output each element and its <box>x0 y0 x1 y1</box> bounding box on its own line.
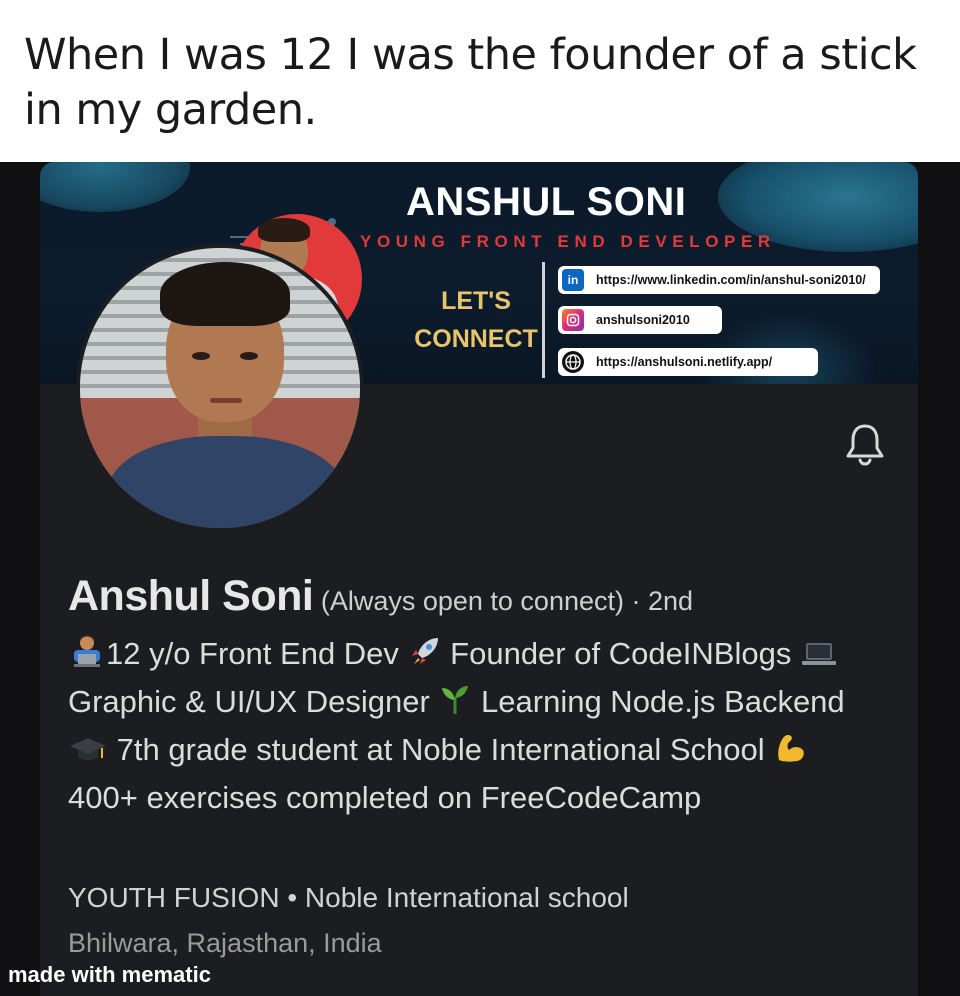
website-link: https://anshulsoni.netlify.app/ <box>558 348 818 376</box>
flexed-biceps-icon <box>773 730 807 776</box>
instagram-link: anshulsoni2010 <box>558 306 722 334</box>
banner-divider <box>542 262 545 378</box>
globe-icon <box>562 351 584 373</box>
meme-caption: When I was 12 I was the founder of a sti… <box>24 30 917 135</box>
instagram-icon <box>562 309 584 331</box>
seedling-icon <box>438 682 472 728</box>
technologist-emoji-icon <box>68 634 106 680</box>
profile-avatar[interactable] <box>76 244 364 532</box>
laptop-icon <box>800 636 838 680</box>
banner-subtitle: YOUNG FRONT END DEVELOPER <box>360 232 776 251</box>
linkedin-icon: in <box>562 269 584 291</box>
linkedin-link: in https://www.linkedin.com/in/anshul-so… <box>558 266 880 294</box>
meme-caption-area: When I was 12 I was the founder of a sti… <box>0 0 960 162</box>
profile-location: Bhilwara, Rajasthan, India <box>68 928 382 958</box>
profile-name: Anshul Soni <box>68 572 314 620</box>
profile-headline: 12 y/o Front End Dev Founder of CodeINBl… <box>68 634 845 815</box>
rocket-icon <box>408 634 442 680</box>
mematic-watermark: made with mematic <box>8 962 211 987</box>
bell-icon[interactable] <box>840 418 890 468</box>
banner-title: ANSHUL SONI <box>406 180 687 224</box>
lets-connect-text: LET'S CONNECT <box>414 287 538 353</box>
banner-wave-left <box>40 162 190 212</box>
profile-card: ANSHUL SONI YOUNG FRONT END DEVELOPER LE… <box>40 162 918 996</box>
profile-organization: YOUTH FUSION • Noble International schoo… <box>68 882 629 913</box>
profile-name-row: Anshul Soni (Always open to connect) · 2… <box>68 572 693 621</box>
graduation-cap-icon <box>68 732 108 776</box>
connection-status: (Always open to connect) · 2nd <box>313 586 694 616</box>
